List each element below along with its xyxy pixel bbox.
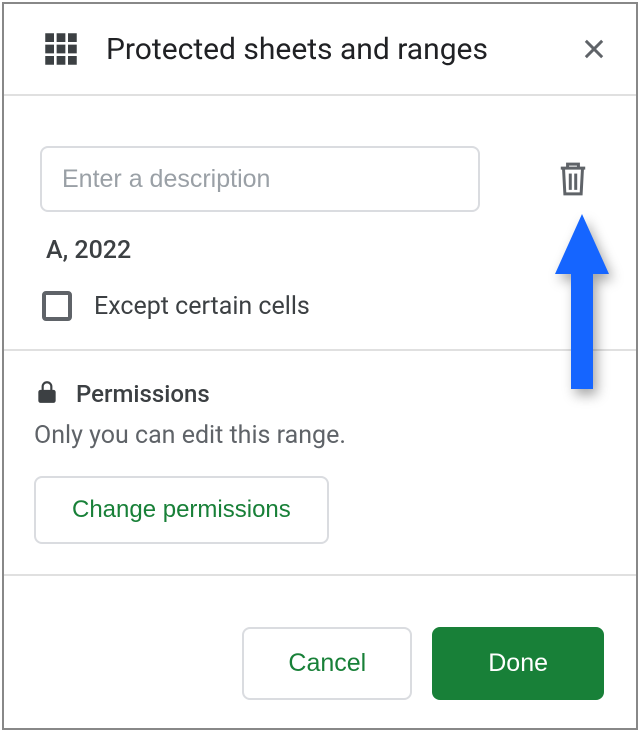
cancel-button[interactable]: Cancel [242,627,412,700]
lock-icon [34,377,60,411]
except-cells-checkbox[interactable] [42,291,72,321]
except-cells-row: Except certain cells [42,291,600,321]
change-permissions-button[interactable]: Change permissions [34,476,329,544]
range-section: A, 2022 Except certain cells [4,118,636,351]
panel-title: Protected sheets and ranges [106,32,556,67]
range-label: A, 2022 [46,236,600,265]
permissions-header: Permissions [34,377,600,411]
done-button[interactable]: Done [432,627,604,700]
except-cells-label: Except certain cells [94,292,310,321]
description-row [40,146,600,212]
protected-ranges-panel: Protected sheets and ranges A, 2022 [2,2,638,730]
close-button[interactable] [580,35,608,63]
description-input[interactable] [40,146,480,212]
delete-button[interactable] [556,160,590,198]
permissions-title: Permissions [76,380,210,408]
permissions-description: Only you can edit this range. [34,421,600,450]
panel-header: Protected sheets and ranges [4,4,636,96]
panel-footer: Cancel Done [4,599,636,728]
permissions-section: Permissions Only you can edit this range… [4,351,636,576]
sheets-icon [40,28,82,70]
